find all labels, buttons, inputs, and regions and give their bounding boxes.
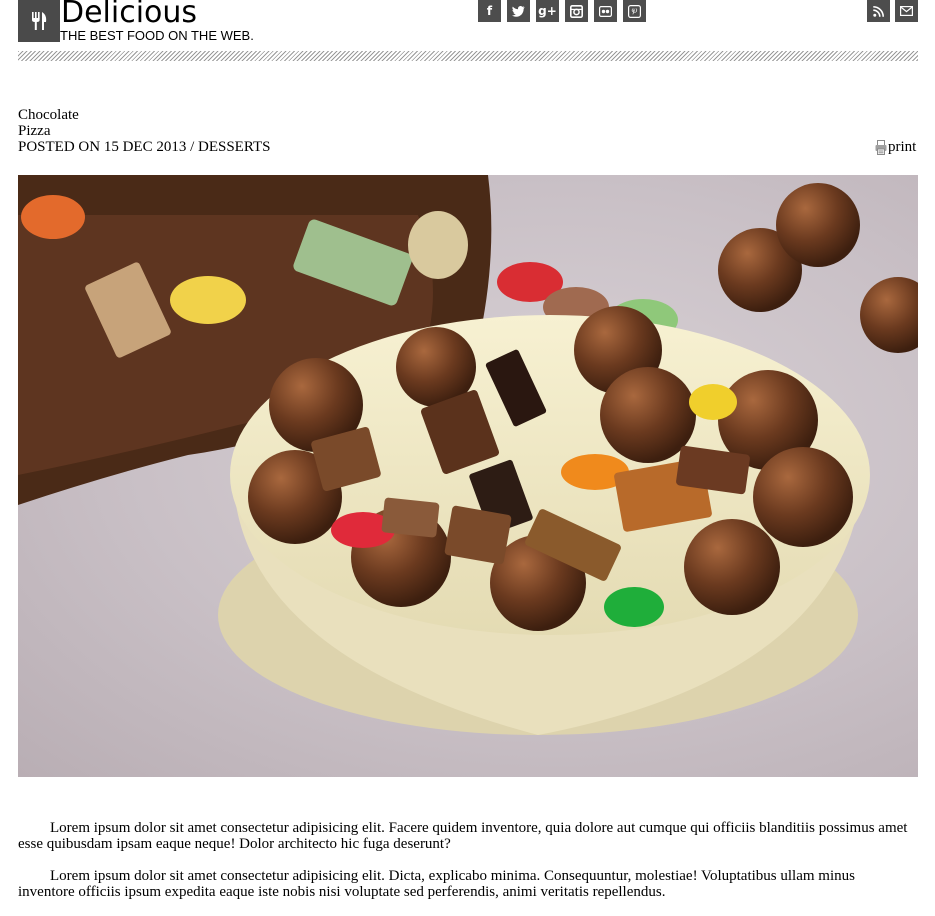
post-paragraph: Lorem ipsum dolor sit amet consectetur a… — [18, 820, 908, 852]
post-paragraph: Lorem ipsum dolor sit amet consectetur a… — [18, 868, 855, 900]
pinterest-icon[interactable] — [623, 0, 646, 22]
flickr-icon[interactable] — [594, 0, 617, 22]
post-meta: POSTED ON 15 DEC 2013 / DESSERTS — [18, 139, 271, 155]
print-label: print — [888, 139, 917, 155]
post-title-line2: Pizza — [18, 123, 51, 139]
social-links: f g+ — [478, 0, 646, 22]
logo-box[interactable] — [18, 0, 60, 42]
printer-icon — [875, 139, 887, 155]
post-title-line1: Chocolate — [18, 107, 79, 123]
rss-icon[interactable] — [867, 0, 890, 22]
twitter-icon[interactable] — [507, 0, 530, 22]
facebook-icon[interactable]: f — [478, 0, 501, 22]
post-body: Lorem ipsum dolor sit amet consectetur a… — [18, 820, 914, 916]
post-image — [18, 175, 918, 777]
site-tagline: THE BEST FOOD ON THE WEB. — [60, 28, 254, 43]
post-title[interactable]: Chocolate Pizza — [18, 107, 79, 139]
instagram-icon[interactable] — [565, 0, 588, 22]
site-title[interactable]: Delicious — [61, 0, 197, 30]
google-plus-icon[interactable]: g+ — [536, 0, 559, 22]
print-link[interactable]: print — [875, 139, 916, 155]
fork-knife-icon — [32, 12, 47, 30]
utility-links — [867, 0, 918, 22]
chocolate-pizza-illustration — [18, 175, 918, 735]
google-plus-glyph: g+ — [538, 4, 557, 18]
facebook-glyph: f — [486, 4, 493, 18]
email-icon[interactable] — [895, 0, 918, 22]
header-divider — [18, 51, 918, 61]
